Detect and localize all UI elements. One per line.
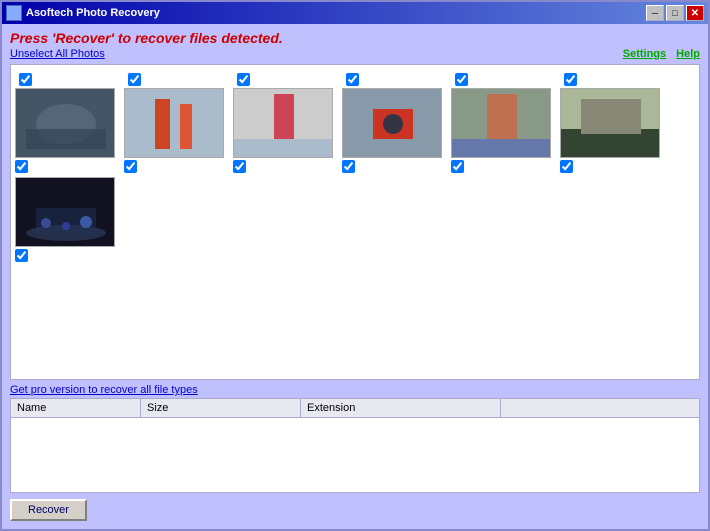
top-checkbox-1[interactable] [19, 73, 32, 86]
file-table-wrapper: Name Size Extension [10, 398, 700, 493]
col-name: Name [11, 399, 141, 418]
minimize-button[interactable]: ─ [646, 5, 664, 21]
photo-checkbox-6[interactable] [560, 160, 573, 173]
photo-check-row-5 [451, 160, 464, 173]
photo-row-1 [15, 88, 695, 173]
top-checkbox-2[interactable] [128, 73, 141, 86]
col-extra [501, 399, 700, 418]
main-content: Press 'Recover' to recover files detecte… [2, 24, 708, 529]
photo-item-6 [560, 88, 665, 173]
top-check-6 [564, 73, 669, 86]
photo-item-3 [233, 88, 338, 173]
file-table: Name Size Extension [10, 398, 700, 418]
photo-thumb-2 [124, 88, 224, 158]
recover-button[interactable]: Recover [10, 499, 87, 521]
photo-checkbox-3[interactable] [233, 160, 246, 173]
photo-row-2 [15, 177, 695, 262]
close-button[interactable]: ✕ [686, 5, 704, 21]
pro-version-link[interactable]: Get pro version to recover all file type… [10, 380, 700, 398]
photo-check-row-3 [233, 160, 246, 173]
top-check-2 [128, 73, 233, 86]
top-check-4 [346, 73, 451, 86]
top-check-row [15, 69, 695, 88]
photo-check-row-7 [15, 249, 28, 262]
photo-thumb-3 [233, 88, 333, 158]
top-checkbox-3[interactable] [237, 73, 250, 86]
unselect-all-link[interactable]: Unselect All Photos [10, 48, 105, 60]
top-checkbox-4[interactable] [346, 73, 359, 86]
window-title: Asoftech Photo Recovery [26, 7, 646, 19]
maximize-button[interactable]: □ [666, 5, 684, 21]
table-body-area [10, 418, 700, 493]
title-bar: Asoftech Photo Recovery ─ □ ✕ [2, 2, 708, 24]
col-size: Size [141, 399, 301, 418]
bottom-bar: Recover [10, 493, 700, 523]
help-link[interactable]: Help [676, 48, 700, 60]
photo-thumb-6 [560, 88, 660, 158]
top-checkbox-5[interactable] [455, 73, 468, 86]
photo-item-7 [15, 177, 120, 262]
app-icon [6, 5, 22, 21]
photo-checkbox-2[interactable] [124, 160, 137, 173]
top-links: Settings Help [623, 48, 700, 60]
photo-thumb-5 [451, 88, 551, 158]
photo-grid-scroll[interactable] [11, 65, 699, 379]
photo-thumb-1 [15, 88, 115, 158]
col-extension: Extension [301, 399, 501, 418]
settings-link[interactable]: Settings [623, 48, 666, 60]
top-checkbox-6[interactable] [564, 73, 577, 86]
photo-checkbox-5[interactable] [451, 160, 464, 173]
photo-item-4 [342, 88, 447, 173]
photo-thumb-4 [342, 88, 442, 158]
top-bar: Unselect All Photos Settings Help [10, 48, 700, 60]
table-header-row: Name Size Extension [11, 399, 700, 418]
top-check-1 [19, 73, 124, 86]
photo-item-1 [15, 88, 120, 173]
photo-checkbox-4[interactable] [342, 160, 355, 173]
photo-item-5 [451, 88, 556, 173]
top-check-5 [455, 73, 560, 86]
photo-checkbox-7[interactable] [15, 249, 28, 262]
photo-check-row-4 [342, 160, 355, 173]
photo-checkbox-1[interactable] [15, 160, 28, 173]
photo-grid-container [10, 64, 700, 380]
top-check-3 [237, 73, 342, 86]
header-message: Press 'Recover' to recover files detecte… [10, 30, 700, 46]
main-window: Asoftech Photo Recovery ─ □ ✕ Press 'Rec… [0, 0, 710, 531]
photo-check-row-6 [560, 160, 573, 173]
photo-item-2 [124, 88, 229, 173]
photo-thumb-7 [15, 177, 115, 247]
photo-check-row-2 [124, 160, 137, 173]
window-controls: ─ □ ✕ [646, 5, 704, 21]
photo-check-row-1 [15, 160, 28, 173]
